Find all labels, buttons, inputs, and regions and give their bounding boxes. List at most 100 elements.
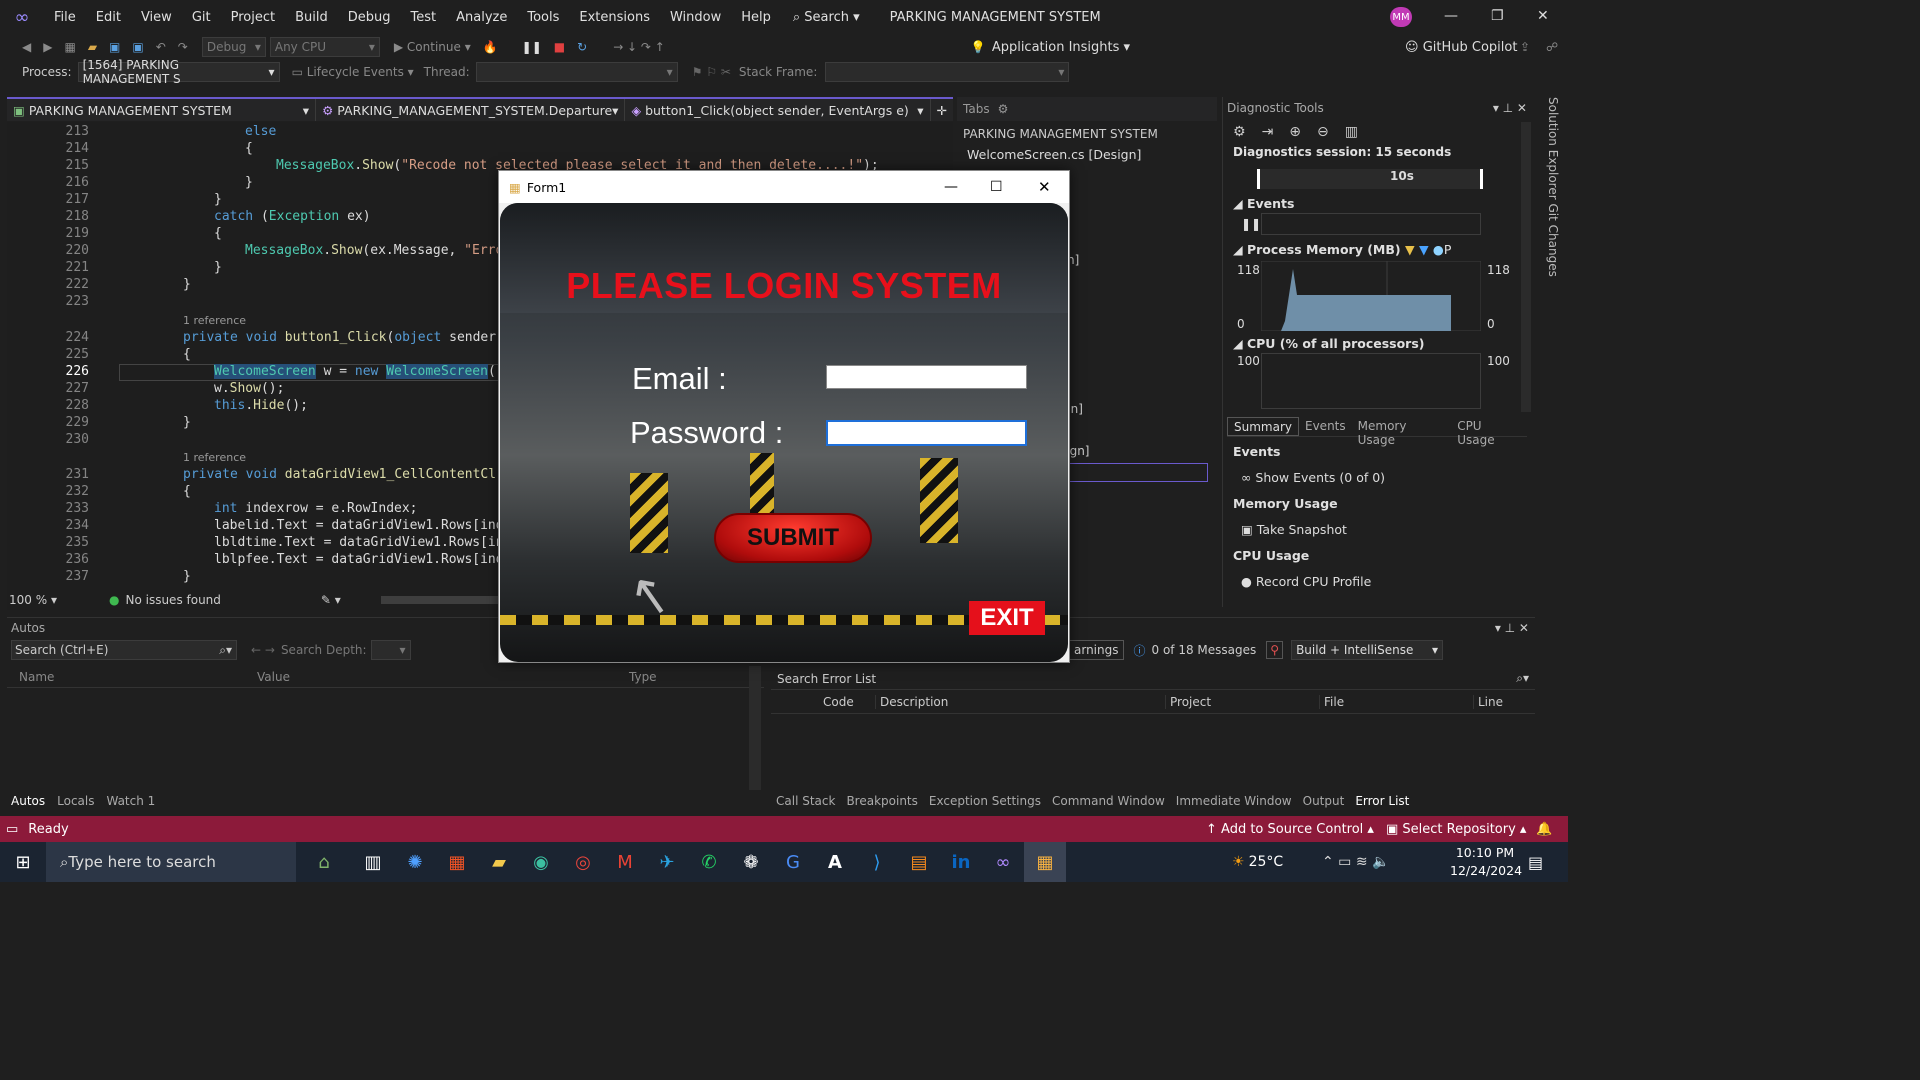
form-minimize-icon[interactable]: —	[944, 179, 958, 195]
zoom-in-icon[interactable]: ⊕	[1289, 124, 1301, 140]
adobe-acrobat-icon[interactable]: A	[814, 842, 856, 882]
column-code[interactable]: Code	[823, 695, 875, 709]
menu-extensions[interactable]: Extensions	[569, 10, 660, 25]
pin-icon[interactable]: ▾ ⊥ ✕	[1493, 101, 1527, 115]
submit-button[interactable]: SUBMIT	[714, 513, 872, 563]
email-field[interactable]	[826, 365, 1027, 389]
whatsapp-icon[interactable]: ✆	[688, 842, 730, 882]
menu-file[interactable]: File	[44, 10, 86, 25]
search-nav-icon[interactable]: ← →	[251, 643, 275, 657]
code-lens-reference[interactable]: 1 reference	[183, 451, 246, 464]
chrome-icon[interactable]: ◎	[562, 842, 604, 882]
export-icon[interactable]: ⇥	[1262, 124, 1274, 140]
feedback-icon[interactable]: ☍	[1546, 40, 1558, 54]
stack-frame-select[interactable]: ▾	[825, 62, 1070, 82]
menu-help[interactable]: Help	[731, 10, 781, 25]
exit-button[interactable]: EXIT	[969, 601, 1045, 635]
issues-status[interactable]: No issues found	[125, 593, 220, 607]
minimize-icon[interactable]: —	[1444, 8, 1458, 24]
flag-icon[interactable]: ⚑ ⚐ ✂	[692, 65, 731, 79]
forward-icon[interactable]: ▶	[43, 40, 52, 54]
show-events-link[interactable]: ∞ Show Events (0 of 0)	[1241, 470, 1385, 485]
save-all-icon[interactable]: ▣	[132, 40, 143, 54]
save-icon[interactable]: ▣	[109, 40, 120, 54]
search-depth-select[interactable]: ▾	[370, 640, 411, 660]
search-button[interactable]: ⌕ Search ▾	[793, 10, 860, 25]
running-form-icon[interactable]: ▦	[1024, 842, 1066, 882]
add-source-control-button[interactable]: ↑ Add to Source Control ▴	[1206, 822, 1374, 837]
process-select[interactable]: [1564] PARKING MANAGEMENT S ▾	[77, 58, 280, 86]
menu-project[interactable]: Project	[221, 10, 285, 25]
redo-icon[interactable]: ↷	[178, 40, 188, 54]
notification-center-icon[interactable]: ▤	[1528, 853, 1543, 872]
clock[interactable]: 10:10 PM 12/24/2024	[1450, 844, 1522, 880]
zoom-out-icon[interactable]: ⊖	[1317, 124, 1329, 140]
chatgpt-icon[interactable]: ❁	[730, 842, 772, 882]
menu-analyze[interactable]: Analyze	[446, 10, 517, 25]
brush-icon[interactable]: ✎ ▾	[321, 593, 341, 607]
diagnostics-scrollbar[interactable]	[1521, 122, 1531, 412]
messages-filter[interactable]: 0 of 18 Messages	[1152, 643, 1257, 657]
visual-studio-icon[interactable]: ∞	[982, 842, 1024, 882]
menu-edit[interactable]: Edit	[86, 10, 131, 25]
menu-build[interactable]: Build	[285, 10, 338, 25]
avatar[interactable]: MM	[1390, 7, 1412, 27]
warnings-filter[interactable]: arnings	[1069, 640, 1124, 660]
class-dropdown[interactable]: ⚙ PARKING_MANAGEMENT_SYSTEM.Departure ▾	[316, 99, 626, 121]
weather-widget[interactable]: ☀ 25°C	[1232, 854, 1283, 870]
tab-exception-settings[interactable]: Exception Settings	[929, 794, 1041, 808]
lightbulb-icon[interactable]: 💡	[971, 40, 986, 54]
autos-search-input[interactable]: Search (Ctrl+E) ⌕▾	[11, 640, 237, 660]
tray-icons[interactable]: ⌃ ▭ ≋ 🔈	[1322, 854, 1389, 870]
filter-icon[interactable]: ⚲	[1266, 641, 1284, 659]
tab-selected[interactable]	[1067, 463, 1208, 482]
new-project-icon[interactable]: ▦	[64, 40, 75, 54]
tab-call-stack[interactable]: Call Stack	[776, 794, 835, 808]
share-icon[interactable]: ⇪	[1520, 40, 1530, 54]
linkedin-icon[interactable]: in	[940, 842, 982, 882]
settings-icon[interactable]: ⚙	[1233, 124, 1246, 140]
undo-icon[interactable]: ↶	[156, 40, 166, 54]
chart-icon[interactable]: ▥	[1345, 124, 1358, 140]
pause-icon[interactable]: ❚❚	[1241, 217, 1261, 231]
gmail-icon[interactable]: M	[604, 842, 646, 882]
tab-breakpoints[interactable]: Breakpoints	[846, 794, 917, 808]
vscode-icon[interactable]: ⟩	[856, 842, 898, 882]
windows-start-icon[interactable]: ⊞	[0, 842, 46, 882]
side-tool-strip[interactable]: Solution Explorer Git Changes	[1540, 97, 1560, 277]
events-section[interactable]: ◢ Events	[1233, 196, 1294, 211]
tab-immediate-window[interactable]: Immediate Window	[1176, 794, 1292, 808]
lifecycle-events-button[interactable]: ▭ Lifecycle Events ▾	[292, 65, 414, 79]
tab-error-list[interactable]: Error List	[1355, 794, 1409, 808]
back-icon[interactable]: ◀	[22, 40, 31, 54]
form-close-icon[interactable]: ✕	[1038, 178, 1051, 196]
restart-icon[interactable]: ↻	[577, 40, 587, 54]
autos-scrollbar[interactable]	[749, 666, 761, 790]
zoom-select[interactable]: 100 % ▾	[7, 593, 69, 607]
task-view-icon[interactable]: ▥	[352, 842, 394, 882]
translate-icon[interactable]: G	[772, 842, 814, 882]
form-maximize-icon[interactable]: ☐	[990, 179, 1003, 195]
tab-cpu-usage[interactable]: CPU Usage	[1451, 417, 1527, 447]
record-cpu-profile-button[interactable]: ● Record CPU Profile	[1241, 574, 1371, 589]
copilot-icon[interactable]: ✺	[394, 842, 436, 882]
build-intellisense-select[interactable]: Build + IntelliSense ▾	[1291, 640, 1444, 660]
tab-welcome-screen[interactable]: WelcomeScreen.cs [Design]	[957, 147, 1217, 162]
menu-window[interactable]: Window	[660, 10, 731, 25]
stop-icon[interactable]: ■	[554, 40, 565, 54]
telegram-icon[interactable]: ✈	[646, 842, 688, 882]
continue-button[interactable]: ▶ Continue ▾	[394, 40, 471, 54]
tab-output[interactable]: Output	[1303, 794, 1345, 808]
menu-view[interactable]: View	[131, 10, 182, 25]
break-all-icon[interactable]: ❚❚	[522, 40, 542, 54]
edge-icon[interactable]: ◉	[520, 842, 562, 882]
tab-memory-usage[interactable]: Memory Usage	[1352, 417, 1452, 447]
take-snapshot-button[interactable]: ▣ Take Snapshot	[1241, 522, 1347, 537]
column-line[interactable]: Line	[1473, 694, 1503, 709]
column-description[interactable]: Description	[875, 694, 1165, 709]
tab-events[interactable]: Events	[1299, 417, 1352, 436]
column-value[interactable]: Value	[251, 670, 617, 684]
microsoft-store-icon[interactable]: ▦	[436, 842, 478, 882]
step-icon[interactable]: → ↓ ↷ ↑	[613, 40, 665, 54]
cpu-section[interactable]: ◢ CPU (% of all processors)	[1233, 336, 1425, 351]
